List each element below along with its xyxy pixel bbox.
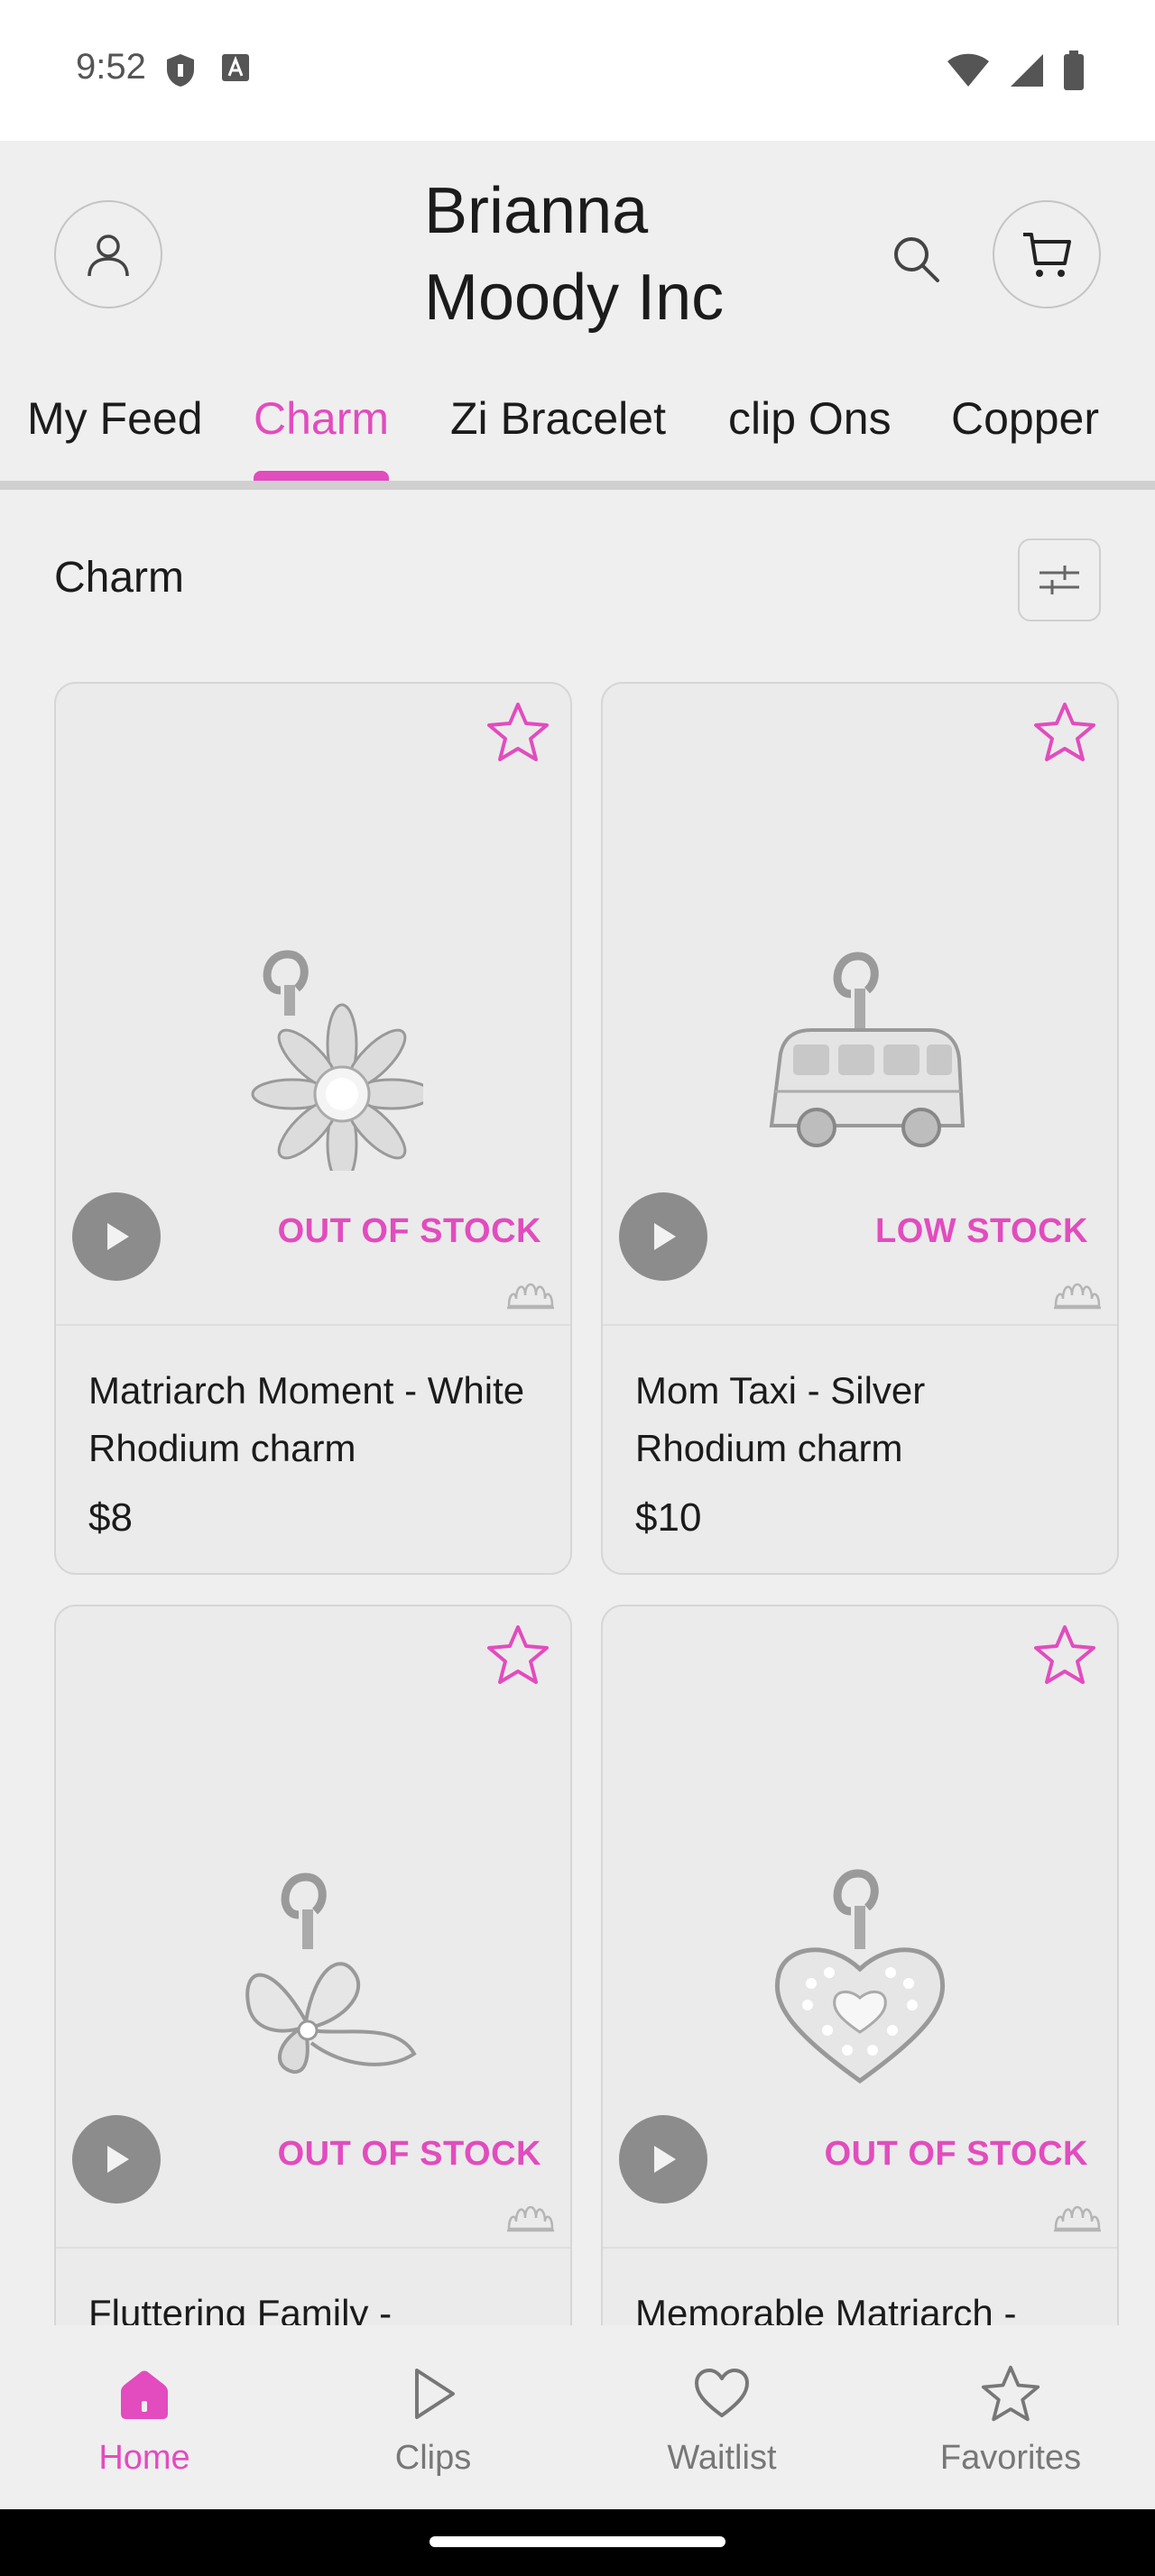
stock-status-badge: OUT OF STOCK: [277, 2135, 541, 2173]
home-gesture-handle[interactable]: [430, 2536, 725, 2547]
nav-favorites[interactable]: Favorites: [866, 2325, 1155, 2509]
account-button[interactable]: [54, 200, 162, 308]
font-icon: [222, 54, 249, 81]
product-image-area: OUT OF STOCK: [56, 1606, 570, 2249]
favorite-button[interactable]: [482, 696, 554, 768]
status-bar: 9:52: [0, 0, 1155, 141]
product-image-area: OUT OF STOCK: [603, 1606, 1117, 2249]
product-price: $10: [635, 1495, 702, 1540]
play-icon: [107, 2146, 129, 2173]
bottom-navigation: Home Clips Waitlist Favorites: [0, 2325, 1155, 2509]
play-icon: [654, 1223, 676, 1250]
tab-my-feed[interactable]: My Feed: [27, 379, 203, 483]
tabs-divider: [0, 481, 1155, 490]
heart-charm-image: [774, 1869, 946, 2084]
product-card[interactable]: OUT OF STOCK Memorable Matriarch -: [601, 1605, 1119, 2325]
brand-crown-icon: [1054, 2205, 1101, 2232]
stock-status-badge: OUT OF STOCK: [824, 2135, 1088, 2173]
nav-home-label: Home: [98, 2439, 190, 2477]
signal-icon: [1011, 54, 1043, 87]
system-gesture-bar: [0, 2509, 1155, 2576]
wifi-icon: [947, 53, 989, 87]
status-system-icons: [946, 51, 1085, 90]
filter-button[interactable]: [1018, 538, 1101, 621]
product-name: Fluttering Family -: [88, 2292, 393, 2325]
search-button[interactable]: [884, 227, 947, 290]
section-title: Charm: [54, 554, 185, 602]
product-card[interactable]: OUT OF STOCK Fluttering Family -: [54, 1605, 572, 2325]
stock-status-badge: OUT OF STOCK: [277, 1212, 541, 1250]
daisy-charm-image: [251, 950, 423, 1171]
tab-clip-ons[interactable]: clip Ons: [728, 379, 892, 483]
nav-waitlist-label: Waitlist: [667, 2439, 777, 2477]
butterfly-charm-image: [245, 1872, 417, 2074]
product-card[interactable]: OUT OF STOCK Matriarch Moment - White Rh…: [54, 682, 572, 1575]
star-outline-icon: [1034, 1625, 1095, 1684]
person-icon: [88, 235, 129, 277]
product-list[interactable]: Charm OUT OF STOCK Matriarch Moment - Wh…: [0, 490, 1155, 2325]
home-icon: [108, 2358, 180, 2430]
favorite-button[interactable]: [1029, 696, 1101, 768]
product-name: Matriarch Moment - White Rhodium charm: [88, 1369, 525, 1469]
nav-clips[interactable]: Clips: [289, 2325, 578, 2509]
product-price: $8: [88, 1495, 133, 1540]
product-name: Mom Taxi - Silver Rhodium charm: [635, 1369, 926, 1469]
product-name: Memorable Matriarch -: [635, 2292, 1017, 2325]
bus-charm-image: [769, 952, 966, 1147]
star-outline-icon: [487, 703, 549, 761]
product-image-area: OUT OF STOCK: [56, 684, 570, 1326]
tab-charm[interactable]: Charm: [254, 379, 390, 483]
tab-zi-bracelet[interactable]: Zi Bracelet: [450, 379, 666, 483]
play-icon: [107, 1223, 129, 1250]
search-icon: [894, 237, 939, 282]
play-icon: [654, 2146, 676, 2173]
product-image-area: LOW STOCK: [603, 684, 1117, 1326]
favorite-button[interactable]: [482, 1619, 554, 1691]
star-outline-icon: [487, 1625, 549, 1684]
battery-icon: [1064, 51, 1084, 90]
star-icon: [975, 2358, 1047, 2430]
app-header: Brianna Moody Inc My Feed Charm Zi Brace…: [0, 141, 1155, 483]
nav-favorites-label: Favorites: [939, 2439, 1082, 2477]
nav-waitlist[interactable]: Waitlist: [578, 2325, 866, 2509]
play-video-button[interactable]: [72, 2115, 161, 2203]
play-video-button[interactable]: [72, 1192, 161, 1281]
stock-status-badge: LOW STOCK: [874, 1212, 1088, 1250]
status-notification-icons: [164, 52, 251, 88]
cart-button[interactable]: [993, 200, 1101, 308]
sliders-icon: [1040, 566, 1079, 594]
favorite-button[interactable]: [1029, 1619, 1101, 1691]
brand-crown-icon: [1054, 1283, 1101, 1310]
category-tabs: My Feed Charm Zi Bracelet clip Ons Coppe…: [0, 379, 1155, 483]
play-video-button[interactable]: [619, 2115, 707, 2203]
star-outline-icon: [1034, 703, 1095, 761]
nav-clips-label: Clips: [394, 2439, 472, 2477]
product-card[interactable]: LOW STOCK Mom Taxi - Silver Rhodium char…: [601, 682, 1119, 1575]
brand-crown-icon: [507, 1283, 554, 1310]
nav-home[interactable]: Home: [0, 2325, 289, 2509]
play-video-button[interactable]: [619, 1192, 707, 1281]
heart-icon: [686, 2358, 758, 2430]
status-time: 9:52: [76, 47, 146, 87]
store-name: Brianna Moody Inc: [424, 175, 725, 334]
play-icon: [397, 2358, 469, 2430]
brand-crown-icon: [507, 2205, 554, 2232]
shield-icon: [167, 54, 194, 87]
tab-copper[interactable]: Copper: [951, 379, 1099, 483]
cart-icon: [1023, 233, 1071, 277]
